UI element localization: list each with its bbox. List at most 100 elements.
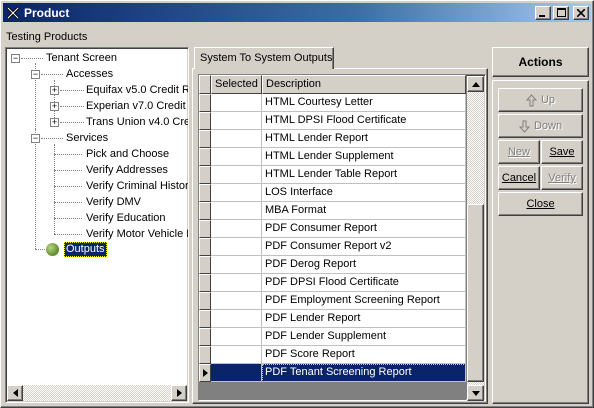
arrow-up-icon: [471, 81, 480, 87]
table-row[interactable]: LOS Interface: [199, 184, 466, 202]
row-indicator[interactable]: [199, 184, 211, 202]
maximize-button[interactable]: [553, 5, 569, 20]
selected-cell[interactable]: [211, 346, 262, 364]
selected-cell[interactable]: [211, 238, 262, 256]
collapse-services-icon[interactable]: −: [31, 134, 40, 143]
description-cell[interactable]: HTML Courtesy Letter: [262, 94, 466, 112]
collapse-root-icon[interactable]: −: [11, 54, 20, 63]
close-icon: [577, 8, 585, 17]
selected-cell[interactable]: [211, 166, 262, 184]
selected-cell[interactable]: [211, 256, 262, 274]
row-indicator[interactable]: [199, 202, 211, 220]
table-row[interactable]: PDF DPSI Flood Certificate: [199, 274, 466, 292]
tab-system-to-system-outputs[interactable]: System To System Outputs: [194, 47, 334, 69]
close-button[interactable]: Close: [498, 192, 583, 216]
verify-button[interactable]: Verify: [541, 166, 583, 190]
description-cell[interactable]: PDF Derog Report: [262, 256, 466, 274]
scroll-down-button[interactable]: [467, 385, 484, 401]
table-row[interactable]: PDF Employment Screening Report: [199, 292, 466, 310]
row-indicator[interactable]: [199, 94, 211, 112]
selected-cell[interactable]: [211, 292, 262, 310]
actions-header: Actions: [492, 47, 589, 77]
close-window-button[interactable]: [573, 5, 589, 20]
minimize-button[interactable]: [535, 5, 551, 20]
selected-cell[interactable]: [211, 274, 262, 292]
up-arrow-icon: [525, 93, 537, 107]
description-cell[interactable]: HTML DPSI Flood Certificate: [262, 112, 466, 130]
description-cell[interactable]: HTML Lender Supplement: [262, 148, 466, 166]
selected-cell[interactable]: [211, 220, 262, 238]
new-button[interactable]: New: [498, 140, 540, 164]
scroll-up-button[interactable]: [467, 76, 484, 92]
row-indicator[interactable]: [199, 112, 211, 130]
selected-cell[interactable]: [211, 130, 262, 148]
outputs-grid[interactable]: Selected Description HTML Courtesy Lette…: [198, 74, 486, 401]
expand-experian-icon[interactable]: +: [50, 102, 59, 111]
table-row[interactable]: PDF Score Report: [199, 346, 466, 364]
selected-cell[interactable]: [211, 310, 262, 328]
selected-cell[interactable]: [211, 328, 262, 346]
description-cell[interactable]: PDF Lender Report: [262, 310, 466, 328]
actions-panel: Up Down New Save Cancel Verify Close: [492, 80, 589, 404]
row-indicator[interactable]: [199, 130, 211, 148]
row-indicator[interactable]: [199, 238, 211, 256]
row-indicator[interactable]: [199, 274, 211, 292]
selected-cell[interactable]: [211, 94, 262, 112]
description-cell[interactable]: PDF Tenant Screening Report: [262, 364, 466, 382]
expand-equifax-icon[interactable]: +: [50, 86, 59, 95]
table-row[interactable]: PDF Consumer Report v2: [199, 238, 466, 256]
table-row[interactable]: PDF Lender Report: [199, 310, 466, 328]
scroll-left-button[interactable]: [7, 385, 23, 401]
up-button[interactable]: Up: [498, 88, 583, 112]
table-row[interactable]: MBA Format: [199, 202, 466, 220]
row-indicator[interactable]: [199, 328, 211, 346]
selected-cell[interactable]: [211, 148, 262, 166]
description-cell[interactable]: LOS Interface: [262, 184, 466, 202]
row-indicator[interactable]: [199, 310, 211, 328]
table-row[interactable]: HTML DPSI Flood Certificate: [199, 112, 466, 130]
table-row[interactable]: PDF Consumer Report: [199, 220, 466, 238]
expand-transunion-icon[interactable]: +: [50, 118, 59, 127]
table-row[interactable]: PDF Derog Report: [199, 256, 466, 274]
table-row[interactable]: HTML Lender Report: [199, 130, 466, 148]
description-cell[interactable]: MBA Format: [262, 202, 466, 220]
column-header-description[interactable]: Description: [262, 75, 466, 94]
table-row[interactable]: HTML Lender Supplement: [199, 148, 466, 166]
collapse-accesses-icon[interactable]: −: [31, 70, 40, 79]
row-indicator[interactable]: [199, 346, 211, 364]
row-indicator[interactable]: [199, 364, 211, 382]
table-row[interactable]: PDF Lender Supplement: [199, 328, 466, 346]
selected-cell[interactable]: [211, 184, 262, 202]
row-indicator[interactable]: [199, 292, 211, 310]
title-bar[interactable]: Product: [3, 3, 591, 22]
description-cell[interactable]: HTML Lender Table Report: [262, 166, 466, 184]
table-row[interactable]: PDF Tenant Screening Report: [199, 364, 466, 382]
table-row[interactable]: HTML Lender Table Report: [199, 166, 466, 184]
description-cell[interactable]: PDF Lender Supplement: [262, 328, 466, 346]
selected-cell[interactable]: [211, 112, 262, 130]
description-cell[interactable]: PDF Score Report: [262, 346, 466, 364]
save-button[interactable]: Save: [541, 140, 583, 164]
column-header-selected[interactable]: Selected: [211, 75, 262, 94]
down-button[interactable]: Down: [498, 114, 583, 138]
row-indicator[interactable]: [199, 256, 211, 274]
cancel-button[interactable]: Cancel: [498, 166, 540, 190]
selected-cell[interactable]: [211, 364, 262, 382]
table-row[interactable]: HTML Courtesy Letter: [199, 94, 466, 112]
description-cell[interactable]: PDF Consumer Report: [262, 220, 466, 238]
description-cell[interactable]: PDF Employment Screening Report: [262, 292, 466, 310]
tree-horizontal-scrollbar[interactable]: [7, 385, 187, 401]
description-cell[interactable]: PDF Consumer Report v2: [262, 238, 466, 256]
row-indicator[interactable]: [199, 220, 211, 238]
row-indicator[interactable]: [199, 148, 211, 166]
description-cell[interactable]: HTML Lender Report: [262, 130, 466, 148]
description-cell[interactable]: PDF DPSI Flood Certificate: [262, 274, 466, 292]
scroll-track[interactable]: [23, 385, 171, 401]
row-indicator[interactable]: [199, 166, 211, 184]
scroll-right-button[interactable]: [171, 385, 187, 401]
selected-cell[interactable]: [211, 202, 262, 220]
grid-vertical-scrollbar[interactable]: [467, 76, 484, 401]
scroll-thumb[interactable]: [467, 204, 484, 382]
product-tree[interactable]: − Tenant Screen − Accesses + Equifax v5.…: [5, 47, 189, 403]
scroll-track[interactable]: [467, 92, 484, 385]
